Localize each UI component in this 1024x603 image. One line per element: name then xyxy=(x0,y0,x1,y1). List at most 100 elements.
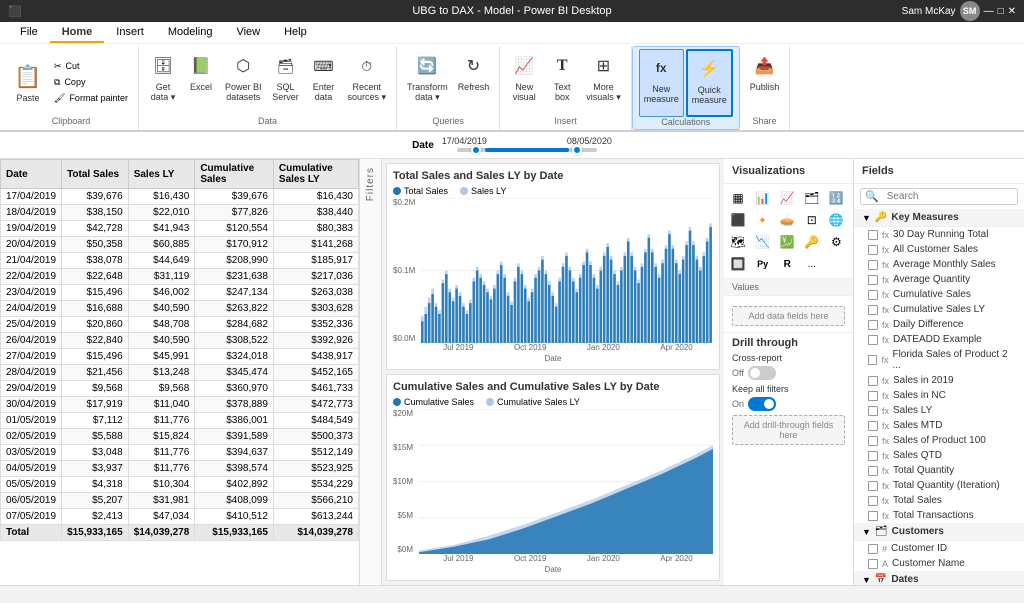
field-item[interactable]: fx30 Day Running Total xyxy=(854,227,1024,242)
field-item[interactable]: fxSales in NC xyxy=(854,388,1024,403)
date-slider-thumb-left[interactable] xyxy=(471,145,481,155)
keep-all-filters-label: Keep all filters xyxy=(732,384,789,394)
menu-insert[interactable]: Insert xyxy=(104,23,156,43)
cut-btn[interactable]: ✂ Cut xyxy=(50,59,132,74)
excel-label: Excel xyxy=(190,82,212,92)
field-item[interactable]: fxDaily Difference xyxy=(854,317,1024,332)
sql-server-btn[interactable]: 🗃 SQLServer xyxy=(267,48,303,116)
chart2-legend-label-cumulative: Cumulative Sales xyxy=(404,397,474,407)
viz-scatter[interactable]: 🔸 xyxy=(753,210,773,230)
chart1-container: Total Sales and Sales LY by Date Total S… xyxy=(386,163,720,370)
viz-card[interactable]: 🔑 xyxy=(802,232,822,252)
paste-btn[interactable]: 📋 Paste xyxy=(10,59,46,105)
key-measures-table-icon: 🔑 xyxy=(875,212,887,223)
viz-slicer[interactable]: ⚙ xyxy=(826,232,846,252)
field-item[interactable]: #Customer ID xyxy=(854,541,1024,556)
fields-section-key-measures: ▼ 🔑 Key Measures fx30 Day Running Totalf… xyxy=(854,209,1024,523)
refresh-btn[interactable]: ↻ Refresh xyxy=(454,48,494,116)
format-painter-btn[interactable]: 🖌 Format painter xyxy=(50,91,132,106)
clipboard-label: Clipboard xyxy=(10,116,132,128)
field-item[interactable]: fxTotal Quantity xyxy=(854,463,1024,478)
menu-help[interactable]: Help xyxy=(272,23,319,43)
copy-btn[interactable]: ⧉ Copy xyxy=(50,75,132,90)
add-values-field[interactable]: Add data fields here xyxy=(732,306,845,326)
enter-data-btn[interactable]: ⌨ Enterdata xyxy=(305,48,341,116)
viz-pie[interactable]: 🥧 xyxy=(777,210,797,230)
field-label: Sales MTD xyxy=(893,420,942,431)
field-checkbox xyxy=(868,466,878,476)
new-measure-btn[interactable]: fx Newmeasure xyxy=(639,49,684,117)
field-item[interactable]: fxCumulative Sales xyxy=(854,287,1024,302)
menu-view[interactable]: View xyxy=(224,23,272,43)
add-drill-field[interactable]: Add drill-through fields here xyxy=(732,415,845,445)
field-item[interactable]: fxSales QTD xyxy=(854,448,1024,463)
viz-matrix[interactable]: ⬛ xyxy=(728,210,748,230)
field-item[interactable]: fxSales MTD xyxy=(854,418,1024,433)
viz-line-chart[interactable]: 📈 xyxy=(777,188,797,208)
viz-area-chart[interactable]: 🗂 xyxy=(802,188,822,208)
excel-btn[interactable]: 📗 Excel xyxy=(183,48,219,116)
get-data-btn[interactable]: 🗄 Getdata ▾ xyxy=(145,48,181,116)
recent-sources-btn[interactable]: ⏱ Recentsources ▾ xyxy=(343,48,390,116)
text-box-btn[interactable]: T Textbox xyxy=(544,48,580,116)
date-slider-track[interactable] xyxy=(457,148,597,152)
viz-r[interactable]: R xyxy=(777,254,797,274)
field-item[interactable]: fxSales of Product 100 xyxy=(854,433,1024,448)
fields-section-header-key-measures[interactable]: ▼ 🔑 Key Measures xyxy=(854,209,1024,227)
refresh-icon: ↻ xyxy=(459,52,487,80)
viz-funnel[interactable]: 📉 xyxy=(753,232,773,252)
field-item[interactable]: fxSales in 2019 xyxy=(854,373,1024,388)
viz-globe[interactable]: 🌐 xyxy=(826,210,846,230)
menu-modeling[interactable]: Modeling xyxy=(156,23,225,43)
field-item[interactable]: fxDATEADD Example xyxy=(854,332,1024,347)
viz-table[interactable]: 🔢 xyxy=(826,188,846,208)
field-label: Sales in NC xyxy=(893,390,946,401)
excel-icon: 📗 xyxy=(187,52,215,80)
viz-bar-chart[interactable]: 📊 xyxy=(753,188,773,208)
powerbi-datasets-btn[interactable]: ⬡ Power BIdatasets xyxy=(221,48,266,116)
field-item[interactable]: fxAll Customer Sales xyxy=(854,242,1024,257)
chart2-legend: Cumulative Sales Cumulative Sales LY xyxy=(393,397,713,407)
transform-data-btn[interactable]: 🔄 Transformdata ▾ xyxy=(403,48,452,116)
field-item[interactable]: fxTotal Transactions xyxy=(854,508,1024,523)
fields-section-header-customers[interactable]: ▼ 🗂 Customers xyxy=(854,523,1024,541)
quick-measure-icon: ⚡ xyxy=(695,55,723,83)
more-visuals-btn[interactable]: ⊞ Morevisuals ▾ xyxy=(582,48,625,116)
field-item[interactable]: fxAverage Quantity xyxy=(854,272,1024,287)
menu-home[interactable]: Home xyxy=(50,23,105,43)
field-item[interactable]: fxSales LY xyxy=(854,403,1024,418)
minimize-btn[interactable]: — xyxy=(984,6,994,17)
field-item[interactable]: fxTotal Quantity (Iteration) xyxy=(854,478,1024,493)
col-cumulative-sales: Cumulative Sales xyxy=(195,160,274,189)
fields-section-header-dates[interactable]: ▼ 📅 Dates xyxy=(854,571,1024,585)
fields-scroll[interactable]: ▼ 🔑 Key Measures fx30 Day Running Totalf… xyxy=(854,209,1024,585)
viz-stacked-bar[interactable]: ▦ xyxy=(728,188,748,208)
date-slider-thumb-right[interactable] xyxy=(572,145,582,155)
cross-report-toggle[interactable] xyxy=(748,366,776,380)
viz-gauge[interactable]: 💹 xyxy=(777,232,797,252)
field-type-icon: fx xyxy=(881,355,888,365)
viz-python[interactable]: Py xyxy=(753,254,773,274)
viz-donut[interactable]: ⊡ xyxy=(802,210,822,230)
viz-shape[interactable]: 🔲 xyxy=(728,254,748,274)
field-item[interactable]: fxFlorida Sales of Product 2 ... xyxy=(854,347,1024,373)
quick-measure-btn[interactable]: ⚡ Quickmeasure xyxy=(686,49,733,117)
field-item[interactable]: fxTotal Sales xyxy=(854,493,1024,508)
fields-search-input[interactable] xyxy=(883,189,1023,204)
field-checkbox xyxy=(868,406,878,416)
menu-file[interactable]: File xyxy=(8,23,50,43)
maximize-btn[interactable]: □ xyxy=(998,6,1004,17)
field-item[interactable]: ACustomer Name xyxy=(854,556,1024,571)
viz-map[interactable]: 🗺 xyxy=(728,232,748,252)
field-item[interactable]: fxCumulative Sales LY xyxy=(854,302,1024,317)
keep-all-filters-toggle[interactable] xyxy=(748,397,776,411)
new-visual-btn[interactable]: 📈 Newvisual xyxy=(506,48,542,116)
viz-more[interactable]: ... xyxy=(802,254,822,274)
table-scroll[interactable]: Date Total Sales Sales LY Cumulative Sal… xyxy=(0,159,359,585)
fields-search-bar[interactable]: 🔍 xyxy=(860,188,1018,205)
field-type-icon: A xyxy=(882,559,888,569)
field-item[interactable]: fxAverage Monthly Sales xyxy=(854,257,1024,272)
publish-btn[interactable]: 📤 Publish xyxy=(746,48,784,116)
close-btn[interactable]: ✕ xyxy=(1008,6,1016,17)
ribbon-group-insert: 📈 Newvisual T Textbox ⊞ Morevisuals ▾ In… xyxy=(500,46,632,130)
